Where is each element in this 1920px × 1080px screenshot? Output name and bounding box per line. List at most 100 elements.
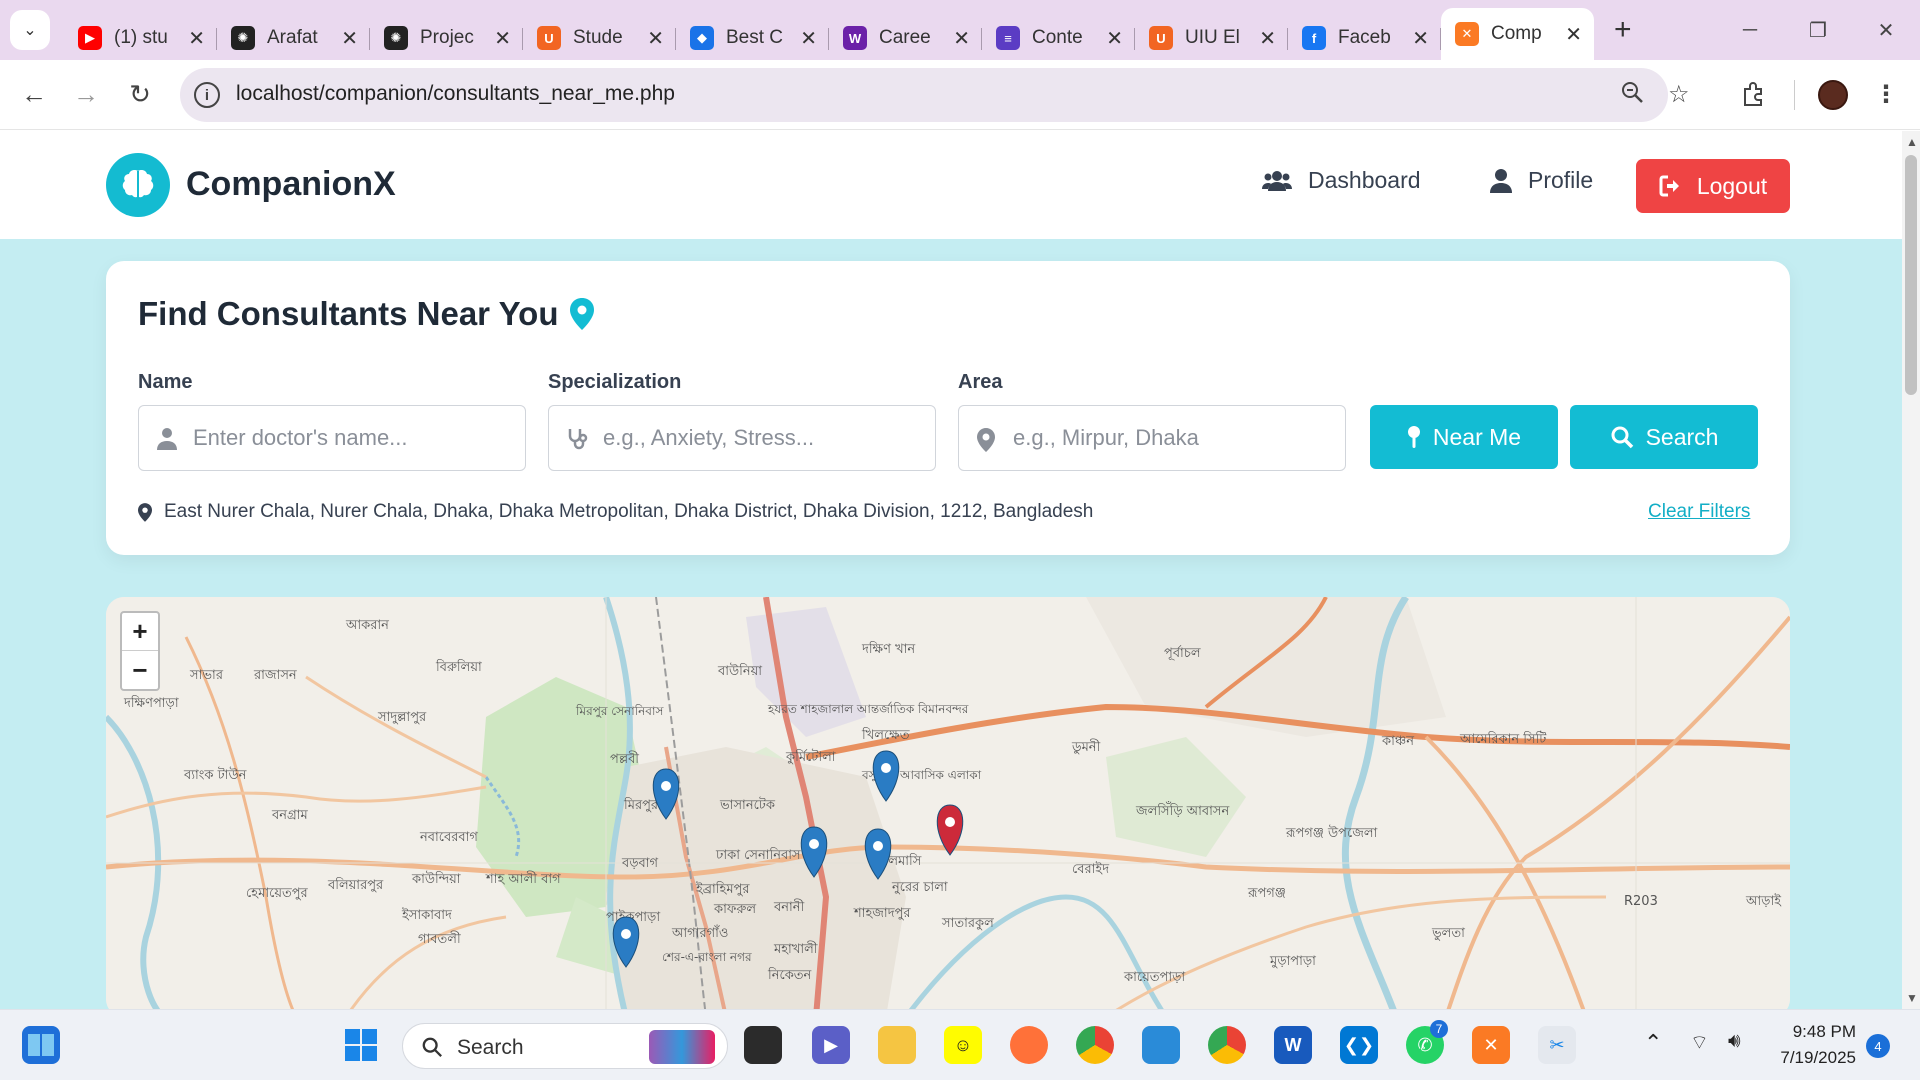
map-place-label: রূপগঞ্জ <box>1247 886 1286 901</box>
file-explorer-icon[interactable] <box>878 1026 916 1064</box>
photos-icon[interactable] <box>1142 1026 1180 1064</box>
firefox-icon[interactable] <box>1010 1026 1048 1064</box>
site-info-icon[interactable]: i <box>194 82 220 108</box>
close-tab-icon[interactable]: ✕ <box>188 26 205 51</box>
close-tab-icon[interactable]: ✕ <box>647 26 664 51</box>
page-viewport: CompanionX Dashboard Profile Logout Find… <box>0 131 1902 1009</box>
tab-search-button[interactable]: ⌄ <box>10 10 50 50</box>
browser-tab[interactable]: ✺ Projec ✕ <box>370 16 523 60</box>
reload-button[interactable]: ↻ <box>120 74 160 114</box>
snapchat-icon[interactable]: ☺ <box>944 1026 982 1064</box>
widgets-icon[interactable] <box>22 1026 60 1064</box>
back-button[interactable]: ← <box>14 74 54 114</box>
close-tab-icon[interactable]: ✕ <box>1565 22 1582 47</box>
taskbar-search[interactable]: Search <box>402 1023 728 1069</box>
page-title: Find Consultants Near You <box>138 295 595 333</box>
restore-button[interactable]: ❐ <box>1784 0 1852 60</box>
notification-badge[interactable]: 4 <box>1866 1034 1890 1058</box>
browser-tab[interactable]: U Stude ✕ <box>523 16 676 60</box>
map-place-label: মিরপুর <box>623 797 659 813</box>
specialization-field[interactable] <box>548 405 936 471</box>
browser-tab[interactable]: ◆ Best C ✕ <box>676 16 829 60</box>
close-window-button[interactable]: ✕ <box>1852 0 1920 60</box>
map-place-label: শাহ আলী বাগ <box>485 871 561 887</box>
page-scrollbar[interactable]: ▲ ▼ <box>1902 131 1920 1009</box>
zoom-icon[interactable] <box>1620 80 1644 111</box>
close-tab-icon[interactable]: ✕ <box>1412 26 1429 51</box>
browser-tab[interactable]: U UIU El ✕ <box>1135 16 1288 60</box>
bookmark-star-icon[interactable]: ☆ <box>1668 80 1690 109</box>
xampp-icon[interactable]: ✕ <box>1472 1026 1510 1064</box>
task-view-icon[interactable] <box>744 1026 782 1064</box>
wifi-icon[interactable]: ⌔ <box>1690 1030 1709 1055</box>
extensions-icon[interactable] <box>1734 74 1774 114</box>
browser-tab-title: Arafat <box>267 27 318 48</box>
clock-time[interactable]: 9:48 PM <box>1760 1022 1856 1042</box>
browser-menu-icon[interactable]: ⋮ <box>1866 74 1906 114</box>
vscode-icon[interactable]: ❮❯ <box>1340 1026 1378 1064</box>
sign-out-icon <box>1659 175 1679 197</box>
stethoscope-icon <box>568 429 588 450</box>
meet-icon[interactable]: ▶ <box>812 1026 850 1064</box>
clock-date[interactable]: 7/19/2025 <box>1760 1048 1856 1068</box>
zoom-out-button[interactable]: − <box>122 651 158 689</box>
close-tab-icon[interactable]: ✕ <box>1259 26 1276 51</box>
url-text[interactable]: localhost/companion/consultants_near_me.… <box>236 82 675 106</box>
browser-tab-title: Caree <box>879 27 931 48</box>
map-place-label: মুড়াপাড়া <box>1269 954 1316 969</box>
map-place-label: বাউনিয়া <box>717 663 762 679</box>
scroll-thumb[interactable] <box>1905 155 1917 395</box>
search-icon <box>422 1037 442 1057</box>
forward-button[interactable]: → <box>66 74 106 114</box>
close-tab-icon[interactable]: ✕ <box>494 26 511 51</box>
chrome-icon[interactable] <box>1076 1026 1114 1064</box>
new-tab-button[interactable]: + <box>1614 13 1632 47</box>
browser-tab[interactable]: ✺ Arafat ✕ <box>217 16 370 60</box>
scroll-down-arrow[interactable]: ▼ <box>1906 991 1918 1005</box>
close-tab-icon[interactable]: ✕ <box>1106 26 1123 51</box>
name-field[interactable] <box>138 405 526 471</box>
address-bar[interactable]: i localhost/companion/consultants_near_m… <box>180 68 1690 122</box>
map-place-label: আগারগাঁও <box>671 925 728 941</box>
scroll-up-arrow[interactable]: ▲ <box>1906 135 1918 149</box>
brand-name[interactable]: CompanionX <box>186 165 396 204</box>
map-place-label: ব্যাংক টাউন <box>183 767 247 783</box>
specialization-input[interactable] <box>603 406 923 470</box>
map-place-label: রাজাসন <box>253 668 297 683</box>
start-button[interactable] <box>342 1026 380 1064</box>
show-hidden-icons[interactable]: ⌃ <box>1644 1030 1662 1056</box>
browser-tab[interactable]: W Caree ✕ <box>829 16 982 60</box>
close-tab-icon[interactable]: ✕ <box>800 26 817 51</box>
chrome-profile-icon[interactable] <box>1208 1026 1246 1064</box>
zoom-in-button[interactable]: + <box>122 613 158 651</box>
youtube-icon: ▶ <box>78 26 102 50</box>
close-tab-icon[interactable]: ✕ <box>341 26 358 51</box>
close-tab-icon[interactable]: ✕ <box>953 26 970 51</box>
location-marker-icon <box>138 502 152 522</box>
browser-tab[interactable]: f Faceb ✕ <box>1288 16 1441 60</box>
brain-logo-icon[interactable] <box>106 153 170 217</box>
minimize-button[interactable]: ─ <box>1716 0 1784 60</box>
near-me-button[interactable]: Near Me <box>1370 405 1558 469</box>
consultant-map[interactable]: আকরান সাভার রাজাসন দক্ষিণপাড়া বিরুলিয়া সাদু… <box>106 597 1790 1009</box>
browser-tab-active[interactable]: ✕ Comp ✕ <box>1441 8 1594 60</box>
bookmark-icon: ◆ <box>690 26 714 50</box>
area-field[interactable] <box>958 405 1346 471</box>
area-input[interactable] <box>1013 406 1333 470</box>
volume-icon[interactable]: 🔊︎ <box>1728 1030 1741 1053</box>
map-tiles[interactable]: আকরান সাভার রাজাসন দক্ষিণপাড়া বিরুলিয়া সাদু… <box>106 597 1790 1009</box>
word-icon[interactable]: W <box>1274 1026 1312 1064</box>
clear-filters-link[interactable]: Clear Filters <box>1648 501 1750 523</box>
name-input[interactable] <box>193 406 513 470</box>
profile-avatar[interactable] <box>1818 80 1848 110</box>
browser-tab[interactable]: ▶ (1) stu ✕ <box>64 16 217 60</box>
windows-taskbar: Search ▶ ☺ W ❮❯ ✆ 7 ✕ ✂ ⌃ ⌔ 🔊︎ 9:48 PM 7… <box>0 1009 1920 1080</box>
snipping-tool-icon[interactable]: ✂ <box>1538 1026 1576 1064</box>
map-place-label: শের-এ-বাংলা নগর <box>662 950 752 964</box>
search-button[interactable]: Search <box>1570 405 1758 469</box>
browser-tab[interactable]: ≡ Conte ✕ <box>982 16 1135 60</box>
users-icon <box>1262 170 1292 191</box>
nav-profile-link[interactable]: Profile <box>1490 167 1593 194</box>
logout-button[interactable]: Logout <box>1636 159 1790 213</box>
nav-dashboard-link[interactable]: Dashboard <box>1262 167 1421 194</box>
